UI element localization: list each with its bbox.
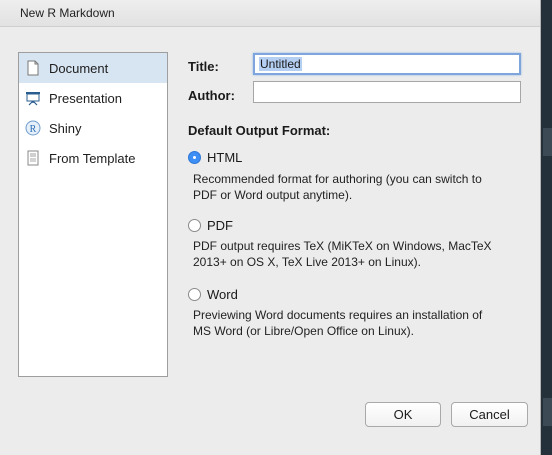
author-label: Author: (188, 88, 235, 103)
title-label: Title: (188, 59, 219, 74)
pdf-radio-label: PDF (207, 218, 233, 233)
dialog-title: New R Markdown (20, 6, 115, 20)
cancel-button[interactable]: Cancel (451, 402, 528, 427)
title-input-value: Untitled (259, 57, 302, 71)
ok-button[interactable]: OK (365, 402, 441, 427)
shiny-icon: R (25, 120, 41, 136)
output-format-heading: Default Output Format: (188, 123, 331, 138)
sidebar-item-label: Document (49, 61, 109, 76)
pdf-radio[interactable] (188, 219, 201, 232)
description-line: MS Word (or Libre/Open Office on Linux). (193, 324, 414, 338)
new-r-markdown-dialog: New R Markdown Document Presentation R S… (0, 0, 541, 455)
description-line: PDF or Word output anytime). (193, 188, 353, 202)
sidebar-item-label: Presentation (49, 91, 122, 106)
html-description: Recommended format for authoring (you ca… (193, 171, 523, 203)
description-line: Recommended format for authoring (you ca… (193, 172, 482, 186)
presentation-icon (25, 90, 41, 106)
background-scroll-segment (543, 128, 552, 156)
author-input[interactable] (253, 81, 521, 103)
sidebar-item-from-template[interactable]: From Template (19, 143, 167, 173)
sidebar-item-label: From Template (49, 151, 136, 166)
word-radio[interactable] (188, 288, 201, 301)
document-icon (25, 60, 41, 76)
word-description: Previewing Word documents requires an in… (193, 307, 523, 339)
dialog-titlebar: New R Markdown (0, 0, 540, 27)
html-radio[interactable] (188, 151, 201, 164)
word-radio-label: Word (207, 287, 238, 302)
svg-text:R: R (30, 124, 37, 135)
title-input[interactable]: Untitled (253, 53, 521, 75)
description-line: Previewing Word documents requires an in… (193, 308, 483, 322)
description-line: PDF output requires TeX (MiKTeX on Windo… (193, 239, 492, 253)
sidebar: Document Presentation R Shiny From Templ… (18, 52, 168, 377)
html-radio-label: HTML (207, 150, 243, 165)
description-line: 2013+ on OS X, TeX Live 2013+ on Linux). (193, 255, 421, 269)
sidebar-item-label: Shiny (49, 121, 82, 136)
background-scroll-segment (543, 398, 552, 426)
sidebar-item-shiny[interactable]: R Shiny (19, 113, 167, 143)
sidebar-item-document[interactable]: Document (19, 53, 167, 83)
pdf-description: PDF output requires TeX (MiKTeX on Windo… (193, 238, 523, 270)
background-window-edge (540, 0, 552, 455)
template-icon (25, 150, 41, 166)
sidebar-item-presentation[interactable]: Presentation (19, 83, 167, 113)
